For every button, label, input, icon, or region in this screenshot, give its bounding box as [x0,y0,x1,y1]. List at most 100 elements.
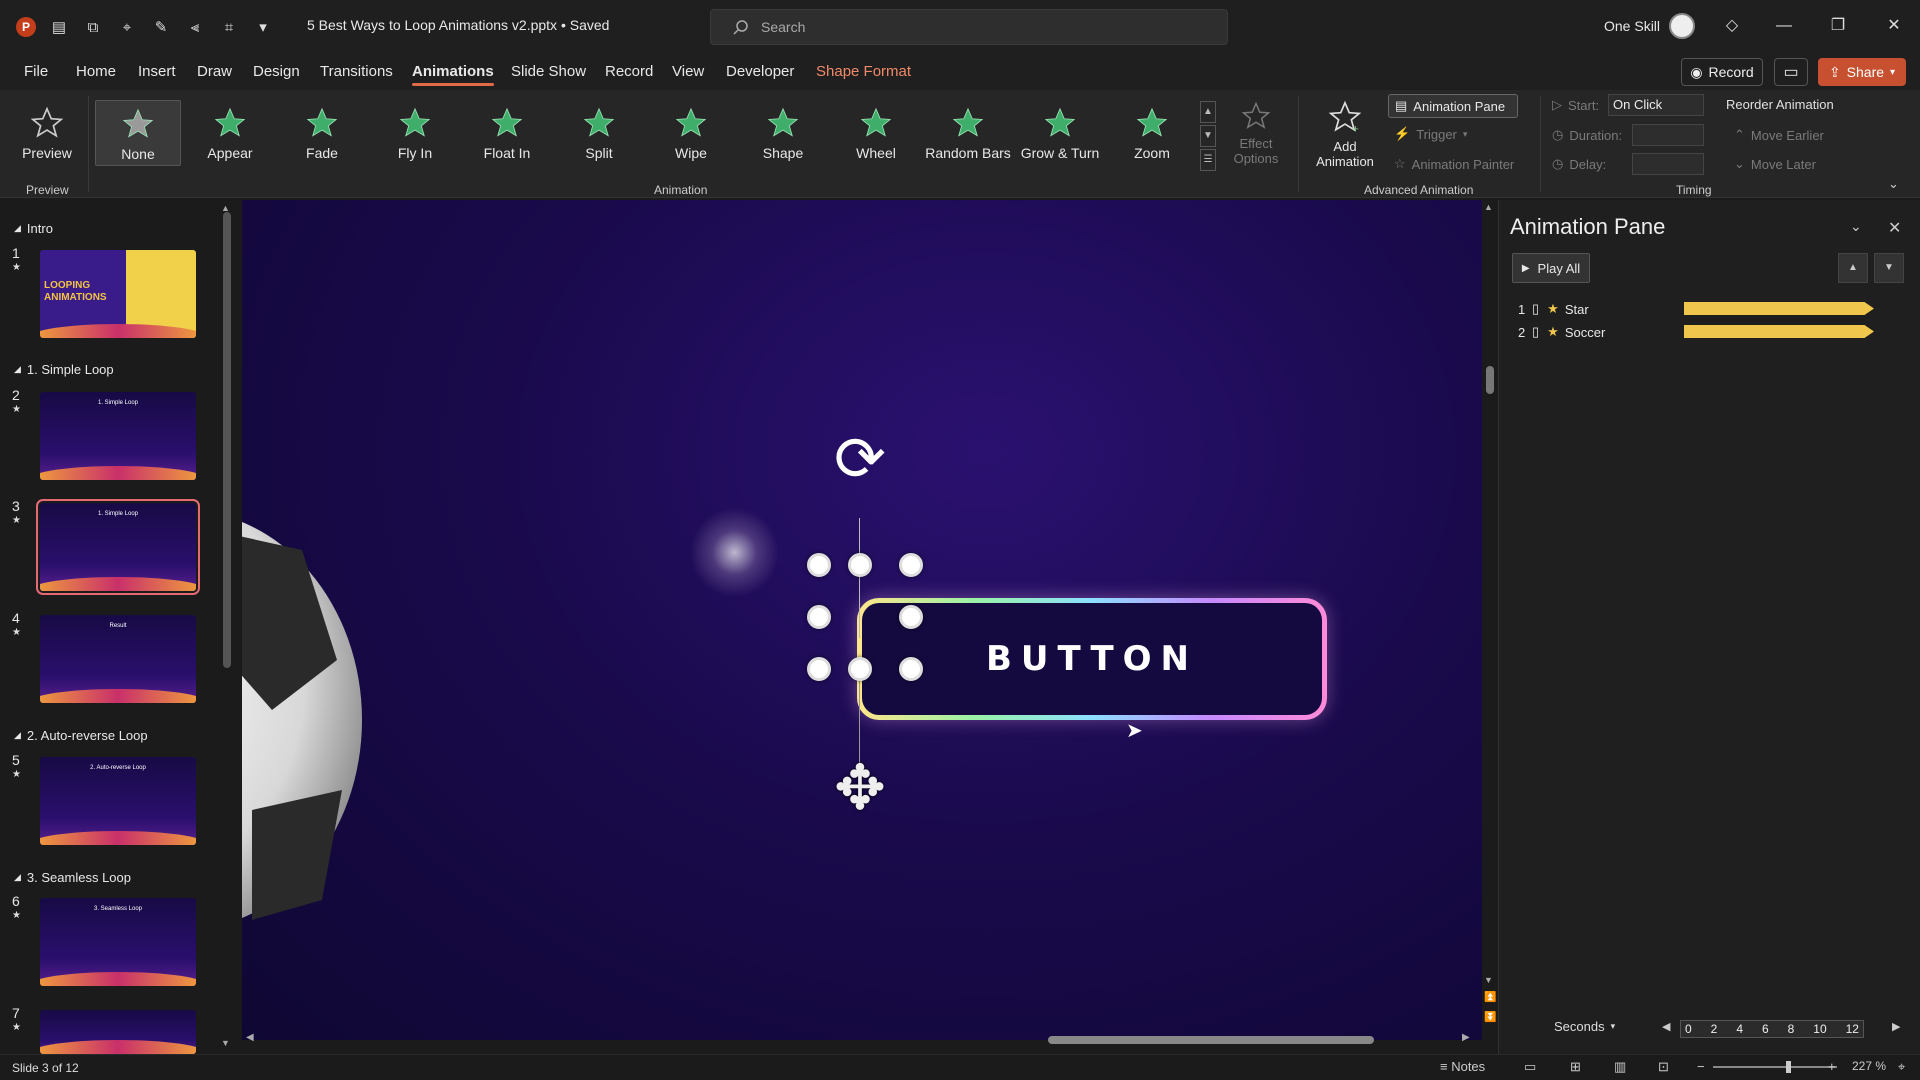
delay-input[interactable] [1632,153,1704,175]
add-animation-button[interactable]: + Add Animation [1302,100,1388,169]
animation-option-float-in[interactable]: Float In [464,100,550,166]
animation-option-grow-turn[interactable]: Grow & Turn [1017,100,1103,166]
tab-record[interactable]: Record [605,63,653,80]
section-header[interactable]: ◢ 2. Auto-reverse Loop [14,728,148,743]
customize-qat-icon[interactable]: ▾ [252,16,274,38]
previous-slide-icon[interactable]: ⏫ [1484,992,1496,1003]
animation-option-shape[interactable]: Shape [740,100,826,166]
layout-icon[interactable]: ▤ [48,16,70,38]
minimize-icon[interactable]: — [1772,14,1796,38]
slideshow-icon[interactable]: ⊡ [1658,1059,1669,1075]
animation-timeline-bar[interactable] [1684,325,1874,338]
move-handle-icon[interactable]: ✥ [819,748,901,830]
scroll-down-icon[interactable]: ▼ [1484,975,1493,985]
tab-insert[interactable]: Insert [138,63,176,80]
collapse-ribbon-icon[interactable]: ⌄ [1888,176,1899,192]
scroll-up-icon[interactable]: ▲ [1484,202,1493,212]
thumbnail-scrollbar[interactable] [223,212,231,668]
effect-options-button[interactable]: Effect Options [1213,100,1299,166]
animation-pane-button[interactable]: ▤ Animation Pane [1388,94,1518,118]
slide-thumbnail[interactable]: Result [40,615,196,703]
slide-canvas[interactable]: BUTTON ⟳ ✥ ➤ [242,200,1482,1040]
timeline-right-icon[interactable]: ▶ [1892,1020,1900,1033]
animation-option-wipe[interactable]: Wipe [648,100,734,166]
tab-draw[interactable]: Draw [197,63,232,80]
animation-option-random-bars[interactable]: Random Bars [925,100,1011,166]
diamond-icon[interactable]: ◇ [1720,14,1744,38]
animation-option-wheel[interactable]: Wheel [833,100,919,166]
zoom-slider-knob[interactable] [1786,1061,1791,1073]
zoom-out-icon[interactable]: − [1697,1059,1705,1074]
crop-icon[interactable]: ⌗ [218,16,240,38]
restore-icon[interactable]: ❐ [1826,14,1850,38]
reading-view-icon[interactable]: ▥ [1614,1059,1626,1075]
timeline-left-icon[interactable]: ◀ [1662,1020,1670,1033]
scroll-right-icon[interactable]: ▶ [1462,1032,1470,1043]
animation-option-fade[interactable]: Fade [279,100,365,166]
canvas-horizontal-scroll-thumb[interactable] [1048,1036,1374,1044]
slide-thumbnail[interactable]: 3. Seamless Loop [40,898,196,986]
slide-thumbnail[interactable]: 1. Simple Loop [36,499,200,595]
scroll-up-icon[interactable]: ▲ [221,203,230,213]
animation-painter-button[interactable]: ☆ Animation Painter [1394,156,1514,172]
avatar[interactable] [1669,13,1695,39]
tab-file[interactable]: File [24,63,48,80]
move-down-icon[interactable]: ▼ [1874,253,1904,283]
section-header[interactable]: ◢ Intro [14,221,53,236]
resize-handle[interactable] [807,657,831,681]
tab-shape-format[interactable]: Shape Format [816,63,911,80]
resize-handle[interactable] [807,553,831,577]
animation-timeline-bar[interactable] [1684,302,1874,315]
slide-thumbnail[interactable]: 1. Simple Loop [40,392,196,480]
start-dropdown[interactable]: On Click [1608,94,1704,116]
user-name[interactable]: One Skill [1604,18,1660,34]
move-earlier-button[interactable]: ⌃ Move Earlier [1734,127,1824,143]
document-title[interactable]: 5 Best Ways to Loop Animations v2.pptx •… [307,17,609,33]
tab-home[interactable]: Home [76,63,116,80]
zoom-slider[interactable] [1713,1066,1837,1068]
slide-thumbnail[interactable]: 2. Auto-reverse Loop [40,757,196,845]
section-header[interactable]: ◢ 3. Seamless Loop [14,870,131,885]
soccer-ball[interactable] [242,510,362,930]
canvas-vertical-scrollbar[interactable] [1484,200,1498,1040]
resize-handle[interactable] [807,605,831,629]
animation-option-appear[interactable]: Appear [187,100,273,166]
selection-pane-icon[interactable]: ⌖ [116,16,138,38]
normal-view-icon[interactable]: ▭ [1524,1059,1536,1075]
duration-input[interactable] [1632,124,1704,146]
tab-view[interactable]: View [672,63,704,80]
zoom-in-icon[interactable]: + [1828,1059,1836,1074]
tab-transitions[interactable]: Transitions [320,63,393,80]
section-header[interactable]: ◢ 1. Simple Loop [14,362,114,377]
close-pane-icon[interactable]: ✕ [1888,218,1901,238]
draw-icon[interactable]: ✎ [150,16,172,38]
animation-option-zoom[interactable]: Zoom [1109,100,1195,166]
tab-animations[interactable]: Animations [412,63,494,86]
record-button[interactable]: ◉ Record [1681,58,1763,86]
button-shape[interactable]: BUTTON [857,598,1327,720]
close-icon[interactable]: ✕ [1882,14,1906,38]
rotate-handle-icon[interactable]: ⟳ [828,428,892,492]
slide-thumbnail[interactable] [40,1010,196,1054]
share-button[interactable]: ⇪ Share ▾ [1818,58,1906,86]
new-slide-icon[interactable]: ⧉ [82,16,104,38]
tab-developer[interactable]: Developer [726,63,794,80]
slide-sorter-icon[interactable]: ⊞ [1570,1059,1581,1075]
animation-option-none[interactable]: None [95,100,181,166]
timeline-unit-dropdown[interactable]: Seconds ▾ [1554,1019,1615,1034]
scroll-down-icon[interactable]: ▼ [221,1038,230,1048]
tab-design[interactable]: Design [253,63,300,80]
move-later-button[interactable]: ⌄ Move Later [1734,156,1816,172]
trigger-button[interactable]: ⚡ Trigger ▾ [1394,126,1467,142]
animation-option-fly-in[interactable]: Fly In [372,100,458,166]
align-icon[interactable]: ⫷ [184,16,206,38]
notes-button[interactable]: ≡ Notes [1440,1059,1485,1074]
preview-button[interactable]: Preview [4,100,90,166]
canvas-vertical-scroll-thumb[interactable] [1486,366,1494,394]
tab-slide-show[interactable]: Slide Show [511,63,586,80]
fit-slide-icon[interactable]: ⌖ [1898,1059,1905,1075]
resize-handle[interactable] [899,553,923,577]
slide-thumbnail[interactable]: LOOPING ANIMATIONS [40,250,196,338]
scroll-left-icon[interactable]: ◀ [246,1032,254,1043]
pane-options-icon[interactable]: ⌄ [1850,218,1862,235]
